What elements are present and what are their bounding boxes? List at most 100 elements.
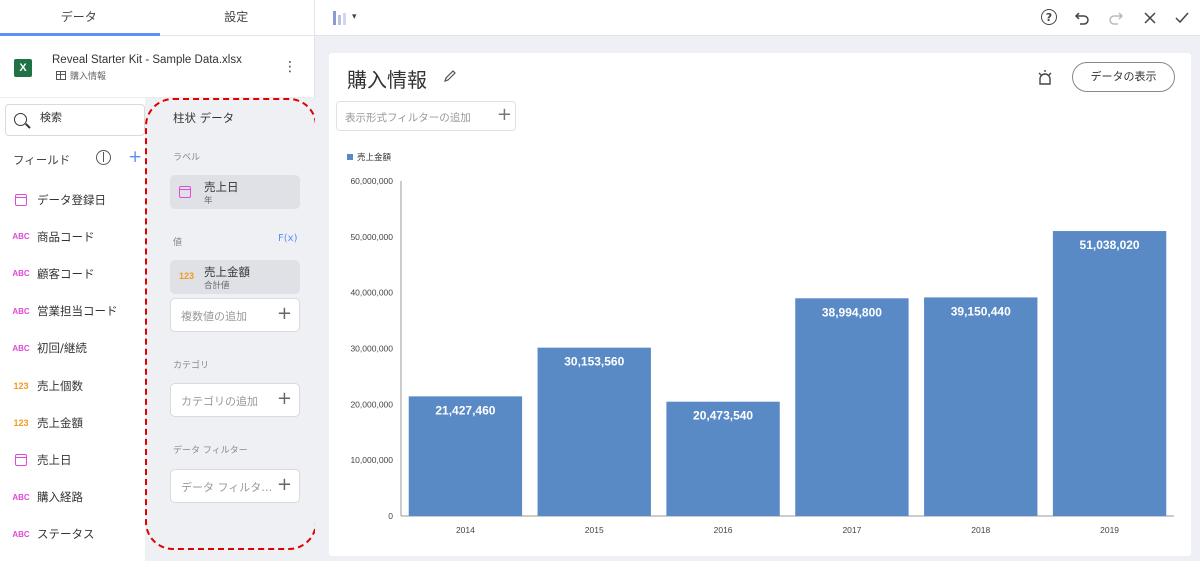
field-label: 購入経路 [37, 490, 83, 505]
chart-config-column: 柱状 データ ラベル 売上日 年 値 F(x) 123 売上金額 合計値 複数値… [145, 98, 315, 561]
field-label: 商品コード [37, 229, 95, 244]
plus-icon: + [276, 474, 292, 495]
text-type-icon: ABC [12, 232, 30, 242]
chart-type-icon [333, 11, 336, 25]
bar-chart: 0 10,000,000 20,000,000 30,000,000 40,000,00… [350, 176, 1174, 535]
text-type-icon: ABC [12, 269, 30, 279]
field-item[interactable]: ABC 商品コード [0, 218, 145, 255]
add-value-label: 複数値の追加 [181, 310, 247, 323]
field-type-text-icon: ABC [12, 307, 30, 316]
label-field-sub: 年 [204, 196, 213, 206]
field-item[interactable]: データ登録日 [0, 181, 145, 218]
calendar-icon [15, 193, 27, 206]
bar-data-label: 51,038,020 [1080, 238, 1140, 252]
plus-icon: + [276, 303, 292, 324]
bar-data-label: 38,994,800 [822, 305, 882, 319]
editor-toolbar: ▾ ? [315, 0, 1200, 36]
fields-header: フィールド [13, 153, 71, 167]
number-type-icon: 123 [13, 380, 29, 391]
left-panel: データ 設定 X Reveal Starter Kit - Sample Dat… [0, 0, 317, 561]
datasource-header: X Reveal Starter Kit - Sample Data.xlsx … [0, 36, 315, 98]
y-tick-label: 50,000,000 [350, 232, 393, 242]
add-field-icon[interactable]: + [128, 149, 142, 166]
formula-button[interactable]: F(x) [278, 233, 297, 244]
text-type-icon: ABC [12, 306, 30, 316]
field-list: データ登録日 ABC 商品コード ABC 顧客コード ABC 営業担当コード ABC 初回/継続… [0, 181, 145, 553]
bar-data-label: 21,427,460 [435, 403, 495, 417]
field-type-number-icon: 123 [12, 418, 30, 428]
field-item[interactable]: 売上日 [0, 441, 145, 478]
undo-icon[interactable] [1072, 8, 1092, 28]
add-category-label: カテゴリの追加 [181, 395, 258, 408]
y-tick-label: 10,000,000 [350, 455, 393, 465]
label-field-name: 売上日 [204, 180, 239, 194]
y-tick-label: 40,000,000 [350, 288, 393, 298]
bar-data-label: 20,473,540 [693, 409, 753, 423]
x-tick-label: 2019 [1100, 525, 1119, 535]
value-field-sub: 合計値 [204, 281, 230, 291]
y-tick-label: 60,000,000 [350, 176, 393, 186]
calendar-icon [179, 186, 191, 198]
add-value-button[interactable]: 複数値の追加 + [170, 298, 300, 332]
tab-data[interactable]: データ [0, 0, 158, 35]
add-filter-label: データ フィルタ… [181, 481, 273, 494]
field-label: 営業担当コード [37, 304, 118, 319]
sheet-name: 購入情報 [70, 72, 107, 82]
chart-type-selector[interactable]: ▾ [331, 9, 361, 27]
chevron-down-icon: ▾ [352, 12, 357, 22]
text-type-icon: ABC [12, 492, 30, 502]
excel-icon: X [14, 59, 32, 77]
field-item[interactable]: ABC ステータス [0, 516, 145, 553]
value-field-pill[interactable]: 123 売上金額 合計値 [170, 260, 300, 294]
visualization-card: 購入情報 データの表示 表示形式フィルターの追加 + 売上金額 0 10,000,… [329, 53, 1191, 556]
value-section-title: 値 [173, 238, 183, 248]
field-item[interactable]: 123 売上個数 [0, 367, 145, 404]
category-section-title: カテゴリ [173, 361, 210, 371]
field-type-text-icon: ABC [12, 493, 30, 502]
fields-column: フィールド + データ登録日 ABC 商品コード ABC 顧客コード ABC 営業担当コード… [0, 98, 145, 561]
bar-2018 [924, 297, 1038, 516]
add-data-filter-button[interactable]: データ フィルタ… + [170, 469, 300, 503]
close-icon[interactable] [1140, 8, 1160, 28]
x-tick-label: 2014 [456, 525, 475, 535]
bar-data-label: 30,153,560 [564, 355, 624, 369]
tab-settings[interactable]: 設定 [158, 0, 316, 35]
search-box[interactable] [5, 104, 145, 136]
add-category-button[interactable]: カテゴリの追加 + [170, 383, 300, 417]
redo-icon[interactable] [1106, 8, 1126, 28]
confirm-check-icon[interactable] [1172, 8, 1192, 28]
field-label: データ登録日 [37, 192, 106, 207]
datasource-title: Reveal Starter Kit - Sample Data.xlsx [52, 54, 242, 66]
label-field-pill[interactable]: 売上日 年 [170, 175, 300, 209]
field-item[interactable]: ABC 営業担当コード [0, 293, 145, 330]
bar-2015 [537, 347, 651, 516]
field-item[interactable]: ABC 顧客コード [0, 255, 145, 292]
chart-type-icon [338, 15, 341, 25]
field-item[interactable]: ABC 購入経路 [0, 479, 145, 516]
field-type-date-icon [12, 453, 30, 466]
search-input[interactable] [40, 111, 140, 124]
filter-section-title: データ フィルター [173, 446, 248, 456]
brain-icon[interactable] [96, 150, 111, 165]
field-type-text-icon: ABC [12, 530, 30, 539]
field-label: ステータス [37, 527, 95, 542]
field-type-text-icon: ABC [12, 269, 30, 278]
number-type-icon: 123 [13, 417, 29, 428]
label-section-title: ラベル [173, 153, 201, 163]
search-icon [14, 113, 27, 126]
x-tick-label: 2015 [585, 525, 604, 535]
field-item[interactable]: 123 売上金額 [0, 404, 145, 441]
more-options-icon[interactable]: ⋮ [283, 60, 297, 74]
field-label: 顧客コード [37, 266, 95, 281]
y-tick-label: 20,000,000 [350, 399, 393, 409]
table-icon [56, 71, 66, 80]
x-tick-label: 2017 [842, 525, 861, 535]
help-icon[interactable]: ? [1041, 9, 1057, 25]
text-type-icon: ABC [12, 529, 30, 539]
config-title: 柱状 データ [173, 111, 235, 125]
field-type-number-icon: 123 [12, 381, 30, 391]
field-type-text-icon: ABC [12, 344, 30, 353]
x-tick-label: 2016 [714, 525, 733, 535]
field-item[interactable]: ABC 初回/継続 [0, 330, 145, 367]
panel-tabs: データ 設定 [0, 0, 315, 36]
